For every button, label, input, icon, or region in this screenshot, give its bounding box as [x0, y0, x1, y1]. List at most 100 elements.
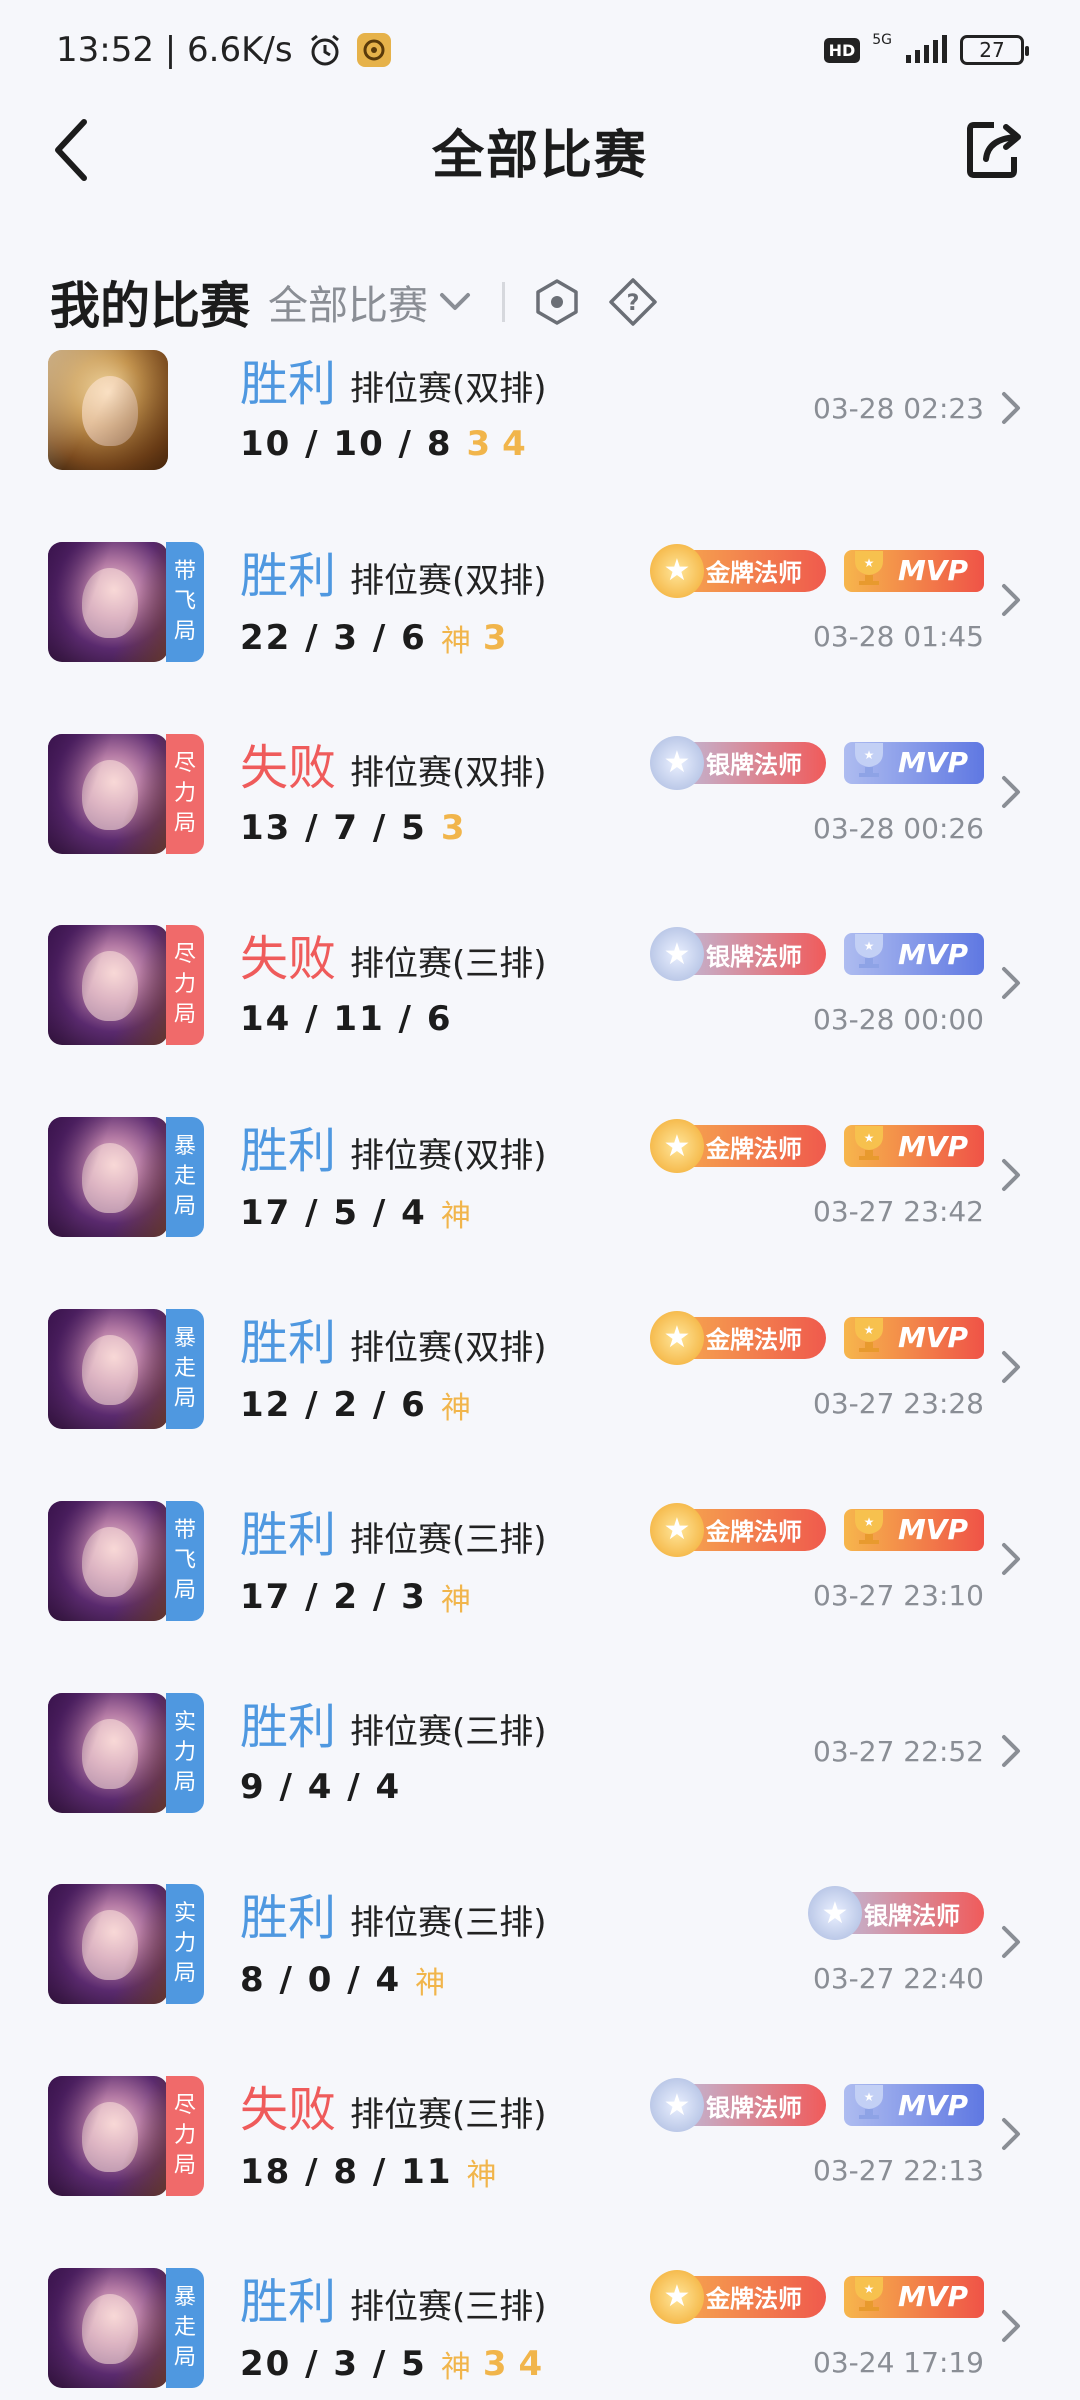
title-badge-label: 银牌法师	[706, 942, 802, 971]
match-tag-char: 尽	[173, 2093, 196, 2119]
match-row[interactable]: 带飞局 胜利 排位赛(双排) 22 / 3 / 6 神3 ★ 金牌法师 ★ MVP 0…	[0, 532, 1080, 724]
dropdown-label: 全部比赛	[268, 283, 428, 329]
star-medal-icon: ★	[808, 1886, 862, 1941]
match-result: 胜利	[240, 547, 337, 604]
match-row[interactable]: 尽力局 失败 排位赛(三排) 14 / 11 / 6 ★ 银牌法师 ★ MVP 03-…	[0, 915, 1080, 1107]
svg-text:★: ★	[864, 556, 875, 570]
match-tag-char: 飞	[173, 1547, 196, 1573]
match-tag-char: 力	[173, 1931, 196, 1957]
svg-text:★: ★	[864, 1323, 875, 1337]
match-tag-char: 暴	[173, 2284, 196, 2310]
badges: ★ 银牌法师 ★ MVP	[650, 735, 984, 790]
kda-score: 17 / 5 / 4	[240, 1193, 427, 1234]
match-info: 胜利 排位赛(三排) 8 / 0 / 4 神	[240, 1878, 547, 2002]
match-tag-char: 力	[173, 972, 196, 998]
match-mode: 排位赛(双排)	[350, 1327, 547, 1368]
mvp-label: MVP	[897, 2280, 968, 2314]
match-row[interactable]: 胜利 排位赛(双排) 10 / 10 / 8 34 03-28 02:23	[0, 340, 1080, 532]
match-tag: 带飞局	[166, 541, 204, 662]
title-badge-label: 银牌法师	[864, 1901, 960, 1930]
match-row[interactable]: 实力局 胜利 排位赛(三排) 9 / 4 / 4 03-27 22:52	[0, 1683, 1080, 1875]
star-medal-icon: ★	[650, 1310, 704, 1365]
chevron-right-icon	[1000, 582, 1022, 622]
mvp-badge: ★ MVP	[844, 2275, 984, 2318]
match-tag-char: 局	[173, 1385, 196, 1411]
match-result: 胜利	[240, 2273, 337, 2330]
title-badge: ★ 银牌法师	[650, 2078, 826, 2133]
match-tag: 尽力局	[166, 733, 204, 854]
match-tag-char: 局	[173, 810, 196, 836]
match-info: 胜利 排位赛(三排) 9 / 4 / 4	[240, 1687, 547, 1807]
match-tag-char: 带	[173, 1517, 196, 1543]
match-info: 胜利 排位赛(三排) 17 / 2 / 3 神	[240, 1495, 547, 1619]
god-mark: 神	[440, 1582, 471, 1618]
svg-text:★: ★	[864, 1515, 875, 1529]
signal-icon	[904, 35, 948, 65]
match-mode: 排位赛(三排)	[350, 2286, 547, 2327]
hexagon-filter-button[interactable]	[529, 274, 585, 330]
match-result: 胜利	[240, 1314, 337, 1371]
match-type-dropdown[interactable]: 全部比赛	[268, 273, 472, 331]
match-row[interactable]: 带飞局 胜利 排位赛(三排) 17 / 2 / 3 神 ★ 金牌法师 ★ MVP 03…	[0, 1491, 1080, 1683]
title-badge-label: 金牌法师	[706, 1326, 802, 1355]
back-button[interactable]	[50, 112, 110, 188]
match-info: 胜利 排位赛(三排) 20 / 3 / 5 神34	[240, 2262, 547, 2386]
kda-score: 14 / 11 / 6	[240, 999, 453, 1040]
star-medal-icon: ★	[650, 2078, 704, 2133]
section-title: 我的比赛	[50, 277, 250, 335]
match-result: 失败	[240, 2082, 337, 2139]
match-tag-char: 走	[173, 1164, 196, 1190]
match-tag-char: 走	[173, 2314, 196, 2340]
mvp-label: MVP	[897, 1513, 968, 1547]
kda-score: 8 / 0 / 4	[240, 1960, 402, 2001]
performance-marks: 神	[466, 2150, 496, 2194]
title-badge: ★ 金牌法师	[650, 543, 826, 598]
hero-avatar	[48, 350, 168, 470]
kda-score: 12 / 2 / 6	[240, 1384, 427, 1425]
help-button[interactable]: ?	[605, 274, 661, 330]
badges: ★ 金牌法师 ★ MVP	[650, 543, 984, 598]
match-row[interactable]: 暴走局 胜利 排位赛(双排) 17 / 5 / 4 神 ★ 金牌法师 ★ MVP 03…	[0, 1107, 1080, 1299]
mvp-label: MVP	[897, 2088, 968, 2122]
chevron-right-icon	[1000, 2308, 1022, 2348]
hexagon-icon	[536, 279, 578, 325]
chevron-right-icon	[1000, 1349, 1022, 1389]
match-row[interactable]: 尽力局 失败 排位赛(三排) 18 / 8 / 11 神 ★ 银牌法师 ★ MVP 0…	[0, 2066, 1080, 2258]
match-info: 失败 排位赛(双排) 13 / 7 / 5 3	[240, 728, 547, 848]
chevron-right-icon	[1000, 1157, 1022, 1197]
match-row[interactable]: 尽力局 失败 排位赛(双排) 13 / 7 / 5 3 ★ 银牌法师 ★ MVP 03…	[0, 724, 1080, 916]
match-mode: 排位赛(三排)	[350, 1903, 547, 1944]
match-time: 03-28 02:23	[813, 392, 984, 425]
match-tag-char: 飞	[173, 588, 196, 614]
match-info: 胜利 排位赛(双排) 22 / 3 / 6 神3	[240, 536, 547, 660]
mvp-label: MVP	[897, 1129, 968, 1163]
match-row[interactable]: 暴走局 胜利 排位赛(双排) 12 / 2 / 6 神 ★ 金牌法师 ★ MVP 03…	[0, 1299, 1080, 1491]
match-info: 失败 排位赛(三排) 14 / 11 / 6	[240, 919, 547, 1039]
match-info: 胜利 排位赛(双排) 17 / 5 / 4 神	[240, 1111, 547, 1235]
hero-avatar-wrap: 实力局	[48, 1884, 206, 2005]
badges: ★ 金牌法师 ★ MVP	[650, 2269, 984, 2324]
match-row[interactable]: 实力局 胜利 排位赛(三排) 8 / 0 / 4 神 ★ 银牌法师 03-27 2…	[0, 1874, 1080, 2066]
badges: ★ 金牌法师 ★ MVP	[650, 1502, 984, 1557]
match-tag: 暴走局	[166, 2267, 204, 2388]
match-mode: 排位赛(双排)	[350, 560, 547, 601]
badges: ★ 金牌法师 ★ MVP	[650, 1119, 984, 1174]
performance-marks: 神	[415, 1958, 445, 2002]
kda-score: 22 / 3 / 6	[240, 617, 427, 658]
network-type: 5G	[872, 32, 892, 48]
share-button[interactable]	[960, 114, 1030, 186]
match-tag-char: 实	[173, 1901, 196, 1927]
match-result: 胜利	[240, 1890, 337, 1947]
match-tag: 尽力局	[166, 925, 204, 1046]
badges: ★ 银牌法师 ★ MVP	[650, 2078, 984, 2133]
match-row[interactable]: 暴走局 胜利 排位赛(三排) 20 / 3 / 5 神34 ★ 金牌法师 ★ MVP …	[0, 2258, 1080, 2400]
match-mode: 排位赛(三排)	[350, 944, 547, 985]
mvp-label: MVP	[897, 1321, 968, 1355]
chevron-right-icon	[1000, 965, 1022, 1005]
hero-avatar	[48, 1884, 168, 2005]
match-tag: 实力局	[166, 1692, 204, 1813]
performance-marks: 神	[441, 1383, 471, 1427]
title-badge: ★ 金牌法师	[650, 2269, 826, 2324]
chevron-right-icon	[1000, 1541, 1022, 1581]
hero-avatar-wrap: 尽力局	[48, 925, 206, 1046]
